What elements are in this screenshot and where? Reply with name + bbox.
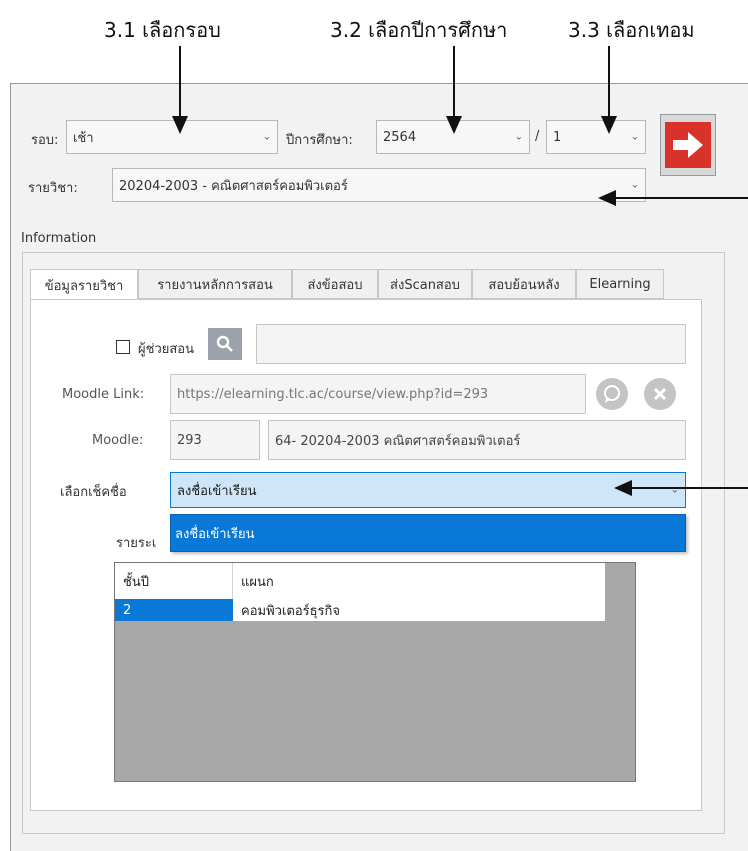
- annotation-arrows: [172, 46, 748, 496]
